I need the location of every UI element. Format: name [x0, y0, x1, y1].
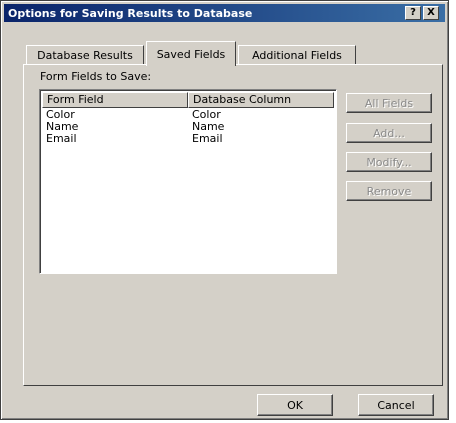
listview-rows: Color Color Name Name Email Email	[42, 109, 334, 145]
tab-additional-fields[interactable]: Additional Fields	[238, 45, 356, 65]
saved-fields-panel: Form Fields to Save: Form Field Database…	[23, 64, 443, 386]
close-button[interactable]: X	[423, 6, 439, 20]
column-header-database-column[interactable]: Database Column	[188, 92, 334, 108]
options-dialog: Options for Saving Results to Database ?…	[0, 0, 449, 420]
all-fields-button[interactable]: All Fields	[346, 93, 432, 113]
add-button[interactable]: Add...	[346, 123, 432, 143]
tab-saved-fields[interactable]: Saved Fields	[146, 41, 236, 66]
tab-database-results[interactable]: Database Results	[26, 45, 144, 65]
remove-button[interactable]: Remove	[346, 181, 432, 201]
ok-button[interactable]: OK	[257, 394, 333, 416]
list-item[interactable]: Email Email	[42, 133, 334, 145]
column-header-form-field[interactable]: Form Field	[42, 92, 188, 108]
title-bar: Options for Saving Results to Database	[4, 4, 445, 22]
listview-header: Form Field Database Column	[42, 92, 334, 108]
modify-button[interactable]: Modify...	[346, 152, 432, 172]
list-item[interactable]: Name Name	[42, 121, 334, 133]
window-title: Options for Saving Results to Database	[8, 6, 253, 20]
form-fields-listview[interactable]: Form Field Database Column Color Color N…	[39, 89, 337, 274]
cancel-button[interactable]: Cancel	[358, 394, 434, 416]
form-fields-label: Form Fields to Save:	[40, 70, 152, 83]
form-field-cell: Email	[46, 132, 77, 145]
database-column-cell: Email	[192, 132, 223, 145]
list-item[interactable]: Color Color	[42, 109, 334, 121]
help-button[interactable]: ?	[405, 6, 421, 20]
